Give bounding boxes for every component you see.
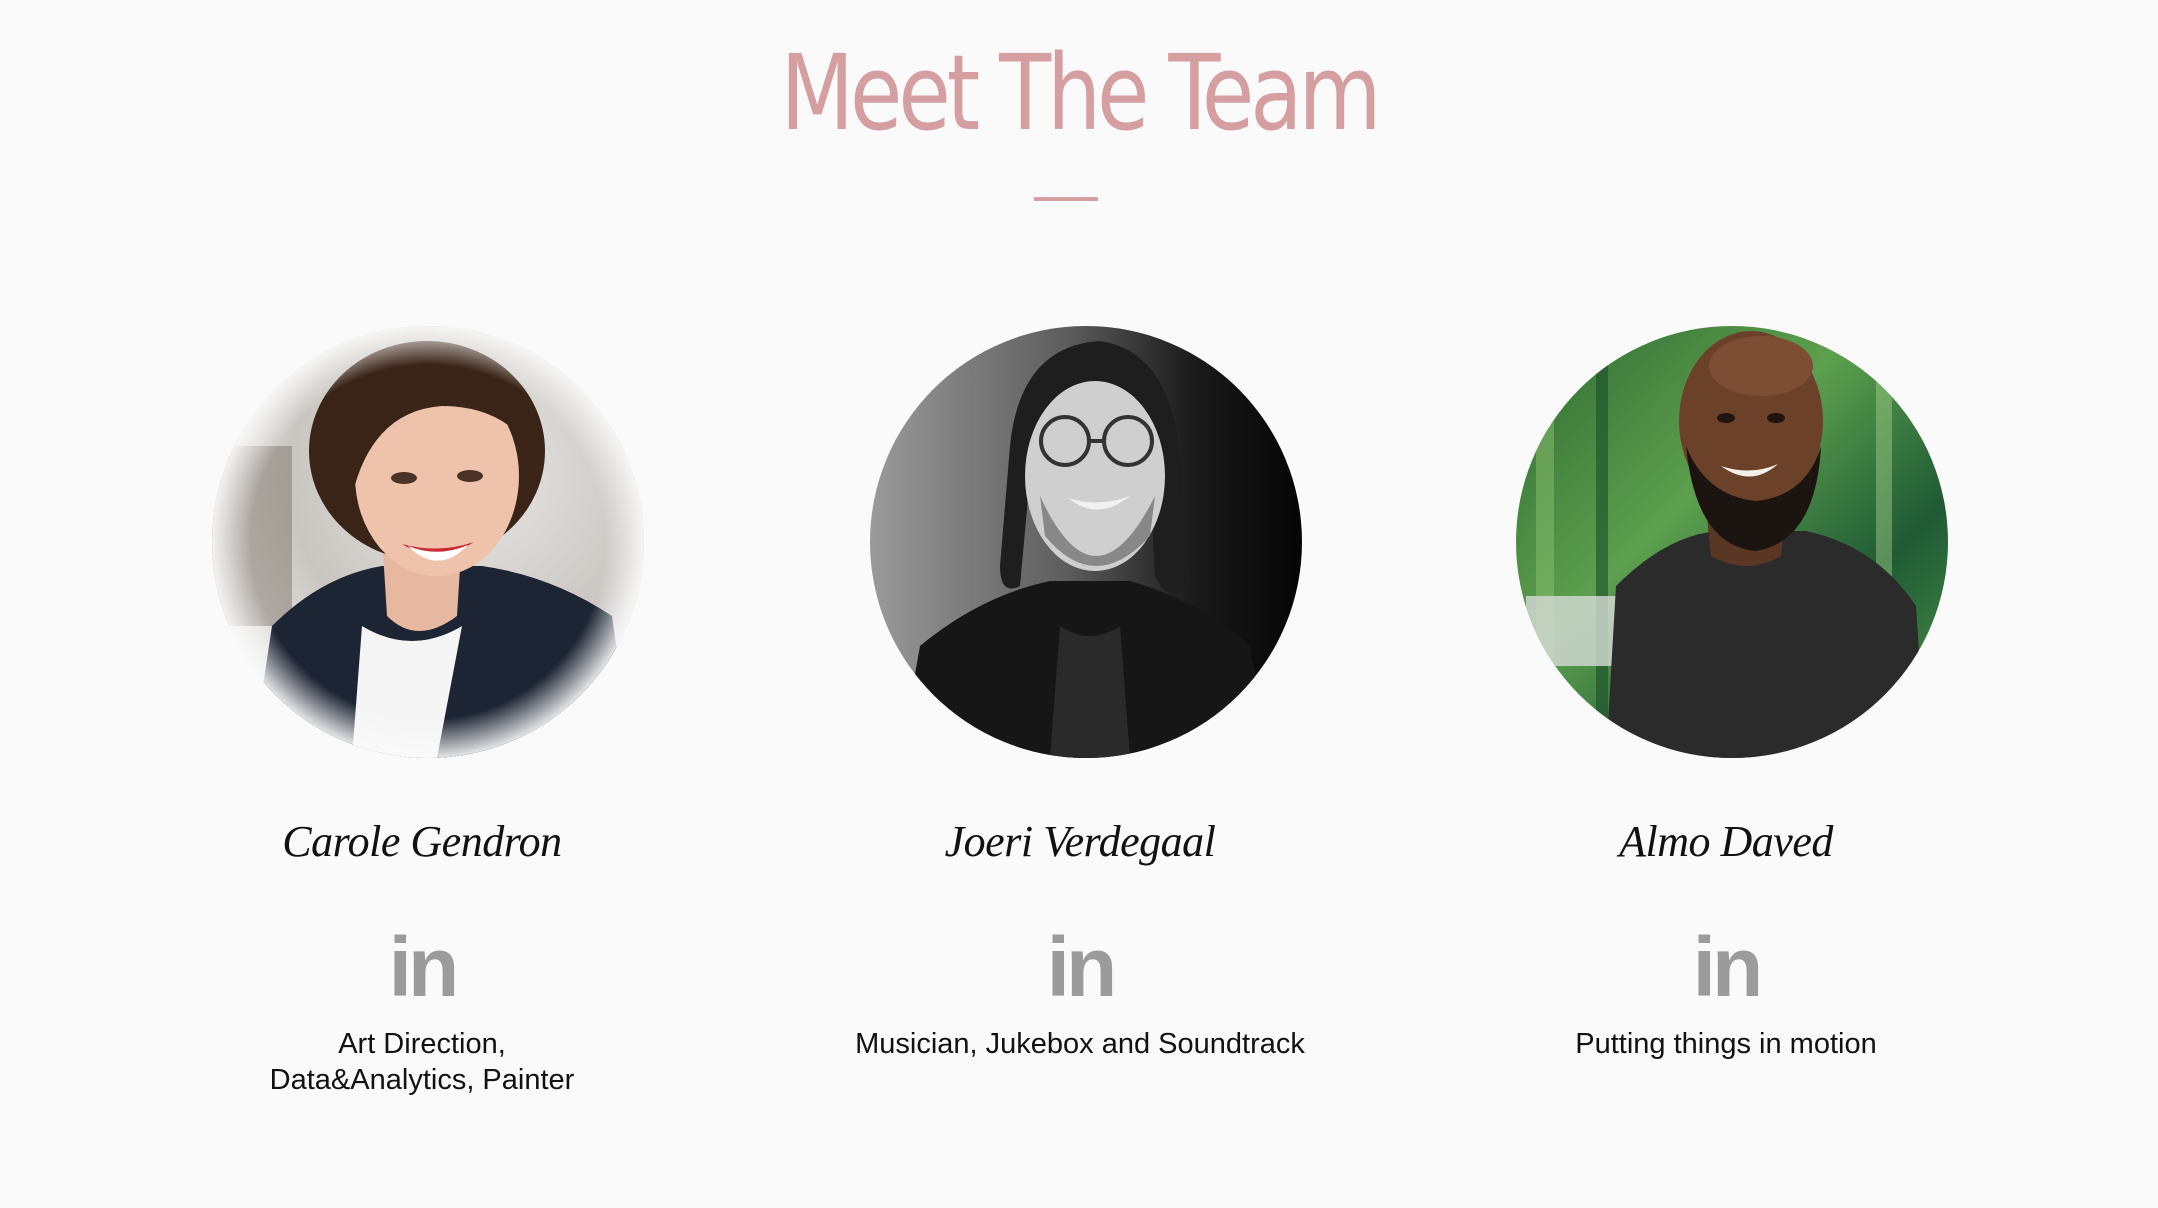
linkedin-icon[interactable]: in bbox=[800, 912, 1360, 1022]
role-line: Art Direction, bbox=[338, 1028, 506, 1060]
team-member-card: Almo Daved in Putting things in motion bbox=[1446, 326, 2006, 1126]
page-title: Meet The Team bbox=[780, 32, 1382, 154]
portrait-woman-smiling bbox=[212, 326, 644, 758]
role-line: Data&Analytics, Painter bbox=[269, 1064, 575, 1096]
linkedin-icon[interactable]: in bbox=[142, 912, 702, 1022]
portrait-man-beard bbox=[1516, 326, 1948, 758]
member-role: Putting things in motion bbox=[1446, 1026, 2006, 1062]
title-divider bbox=[1034, 197, 1098, 201]
member-name: Almo Daved bbox=[1619, 817, 1833, 866]
team-member-card: Joeri Verdegaal in Musician, Jukebox and… bbox=[800, 326, 1360, 1126]
member-role: Musician, Jukebox and Soundtrack bbox=[800, 1026, 1360, 1062]
member-name: Joeri Verdegaal bbox=[944, 817, 1216, 866]
role-line: Musician, Jukebox and Soundtrack bbox=[855, 1028, 1305, 1060]
member-name: Carole Gendron bbox=[282, 817, 562, 866]
portrait-man-glasses-bw bbox=[870, 326, 1302, 758]
linkedin-icon[interactable]: in bbox=[1446, 912, 2006, 1022]
avatar bbox=[212, 326, 644, 758]
avatar bbox=[1516, 326, 1948, 758]
role-line: Putting things in motion bbox=[1575, 1028, 1877, 1060]
member-role: Art Direction, Data&Analytics, Painter bbox=[142, 1026, 702, 1098]
avatar bbox=[870, 326, 1302, 758]
team-member-card: Carole Gendron in Art Direction, Data&An… bbox=[142, 326, 702, 1126]
